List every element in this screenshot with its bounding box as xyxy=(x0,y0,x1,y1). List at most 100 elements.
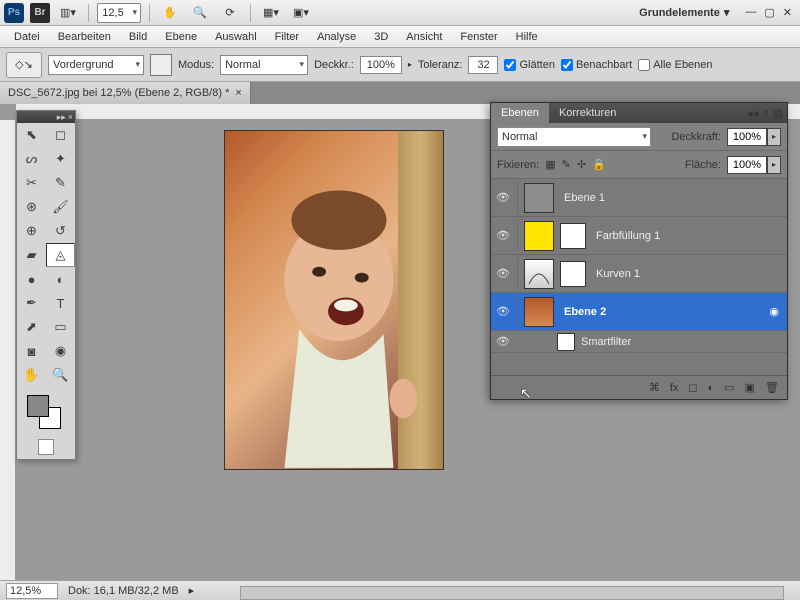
opacity-slider-icon[interactable]: ▸ xyxy=(767,128,781,146)
layer-blend-mode-dropdown[interactable]: Normal xyxy=(497,127,651,147)
document-info[interactable]: Dok: 16,1 MB/32,2 MB xyxy=(68,585,179,597)
workspace-switcher[interactable]: Grundelemente▾ xyxy=(633,6,735,19)
active-tool-icon[interactable]: ◇↘ xyxy=(6,52,42,78)
lock-position-icon[interactable]: ✢ xyxy=(577,158,586,171)
bridge-icon[interactable]: Br xyxy=(30,3,50,23)
antialias-checkbox[interactable]: Glätten xyxy=(504,59,554,71)
contiguous-checkbox[interactable]: Benachbart xyxy=(561,59,632,71)
layer-mask-icon[interactable]: ◻ xyxy=(688,381,697,394)
mini-bridge-icon[interactable]: ▥▾ xyxy=(56,3,80,23)
menu-auswahl[interactable]: Auswahl xyxy=(207,29,265,45)
layer-style-icon[interactable]: fx xyxy=(670,382,679,394)
paint-bucket-tool[interactable]: ◬ xyxy=(46,243,75,267)
brush-tool[interactable]: 🖌 xyxy=(46,195,75,219)
photoshop-logo-icon[interactable]: Ps xyxy=(4,3,24,23)
lock-brush-icon[interactable]: ✎ xyxy=(562,158,571,171)
zoom-percentage-field[interactable]: 12,5% xyxy=(6,583,58,599)
screen-mode-icon[interactable]: ▣▾ xyxy=(289,3,313,23)
menu-ebene[interactable]: Ebene xyxy=(157,29,205,45)
fill-source-dropdown[interactable]: Vordergrund xyxy=(48,55,144,75)
eyedropper-tool[interactable]: ✎ xyxy=(46,171,75,195)
close-tab-icon[interactable]: × xyxy=(235,87,241,99)
document-tab[interactable]: DSC_5672.jpg bei 12,5% (Ebene 2, RGB/8) … xyxy=(0,82,251,104)
visibility-icon[interactable]: 👁 xyxy=(495,305,511,318)
menu-bild[interactable]: Bild xyxy=(121,29,155,45)
layer-list[interactable]: 👁Ebene 1👁Farbfüllung 1👁Kurven 1👁Ebene 2◉… xyxy=(491,179,787,375)
type-tool[interactable]: T xyxy=(46,291,75,315)
menu-analyse[interactable]: Analyse xyxy=(309,29,364,45)
adjustment-layer-icon[interactable]: ◐ xyxy=(708,382,715,394)
smartfilter-row[interactable]: 👁Smartfilter xyxy=(491,331,787,353)
3d-camera-tool[interactable]: ◉ xyxy=(46,339,75,363)
lock-pixels-icon[interactable]: ▦ xyxy=(545,158,555,171)
visibility-icon[interactable]: 👁 xyxy=(495,335,511,348)
vertical-ruler[interactable] xyxy=(0,120,16,580)
all-layers-checkbox[interactable]: Alle Ebenen xyxy=(638,59,712,71)
blend-mode-dropdown[interactable]: Normal xyxy=(220,55,308,75)
layer-row[interactable]: 👁Ebene 1 xyxy=(491,179,787,217)
lock-all-icon[interactable]: 🔒 xyxy=(592,158,606,171)
tab-adjustments[interactable]: Korrekturen xyxy=(549,103,626,123)
layer-row[interactable]: 👁Farbfüllung 1 xyxy=(491,217,787,255)
tab-layers[interactable]: Ebenen xyxy=(491,103,549,123)
panel-close-icon[interactable]: × xyxy=(762,107,768,120)
clone-tool[interactable]: ⊕ xyxy=(17,219,46,243)
dodge-tool[interactable]: ◐ xyxy=(46,267,75,291)
3d-tool[interactable]: ◙ xyxy=(17,339,46,363)
lasso-tool[interactable]: ᔕ xyxy=(17,147,46,171)
zoom-tool-icon[interactable]: 🔍 xyxy=(188,3,212,23)
hand-tool-icon[interactable]: ✋ xyxy=(158,3,182,23)
horizontal-scrollbar[interactable] xyxy=(240,586,784,600)
zoom-level-dropdown[interactable]: 12,5 xyxy=(97,3,141,23)
menu-3d[interactable]: 3D xyxy=(366,29,396,45)
mode-label: Modus: xyxy=(178,59,214,71)
panel-close-icon[interactable]: × xyxy=(68,112,73,122)
fill-slider-icon[interactable]: ▸ xyxy=(767,156,781,174)
minimize-icon[interactable]: — xyxy=(745,6,756,19)
quick-select-tool[interactable]: ✦ xyxy=(46,147,75,171)
delete-layer-icon[interactable]: 🗑 xyxy=(765,381,779,394)
quick-mask-toggle[interactable] xyxy=(38,439,54,455)
spot-heal-tool[interactable]: ⊛ xyxy=(17,195,46,219)
menu-datei[interactable]: Datei xyxy=(6,29,48,45)
crop-tool[interactable]: ✂ xyxy=(17,171,46,195)
menu-bearbeiten[interactable]: Bearbeiten xyxy=(50,29,119,45)
panel-menu-icon[interactable]: ▤ xyxy=(773,107,783,120)
tolerance-field[interactable]: 32 xyxy=(468,56,498,74)
link-layers-icon[interactable]: ⌘ xyxy=(649,381,660,394)
foreground-color[interactable] xyxy=(27,395,49,417)
pattern-swatch[interactable] xyxy=(150,54,172,76)
path-select-tool[interactable]: ⬈ xyxy=(17,315,46,339)
eraser-tool[interactable]: ▰ xyxy=(17,243,46,267)
shape-tool[interactable]: ▭ xyxy=(46,315,75,339)
collapse-icon[interactable]: ▸▸ xyxy=(57,112,66,123)
menu-hilfe[interactable]: Hilfe xyxy=(508,29,546,45)
move-tool[interactable]: ⬉ xyxy=(17,123,46,147)
panel-collapse-icon[interactable]: ◂◂ xyxy=(747,107,758,120)
document-canvas[interactable] xyxy=(224,130,444,470)
layer-row[interactable]: 👁Ebene 2◉ xyxy=(491,293,787,331)
close-icon[interactable]: ✕ xyxy=(783,6,792,19)
maximize-icon[interactable]: ▢ xyxy=(764,6,774,19)
layer-row[interactable]: 👁Kurven 1 xyxy=(491,255,787,293)
color-picker[interactable] xyxy=(21,391,71,431)
arrange-docs-icon[interactable]: ▦▾ xyxy=(259,3,283,23)
visibility-icon[interactable]: 👁 xyxy=(495,229,511,242)
menu-fenster[interactable]: Fenster xyxy=(452,29,505,45)
rotate-view-icon[interactable]: ⟳ xyxy=(218,3,242,23)
zoom-tool[interactable]: 🔍 xyxy=(46,363,75,387)
layer-opacity-field[interactable]: 100% xyxy=(727,128,767,146)
new-group-icon[interactable]: ▭ xyxy=(724,381,734,394)
menu-ansicht[interactable]: Ansicht xyxy=(398,29,450,45)
visibility-icon[interactable]: 👁 xyxy=(495,267,511,280)
fill-opacity-field[interactable]: 100% xyxy=(727,156,767,174)
marquee-tool[interactable]: ◻ xyxy=(46,123,75,147)
hand-tool[interactable]: ✋ xyxy=(17,363,46,387)
pen-tool[interactable]: ✒ xyxy=(17,291,46,315)
menu-filter[interactable]: Filter xyxy=(267,29,307,45)
history-brush-tool[interactable]: ↺ xyxy=(46,219,75,243)
visibility-icon[interactable]: 👁 xyxy=(495,191,511,204)
blur-tool[interactable]: ● xyxy=(17,267,46,291)
new-layer-icon[interactable]: ▣ xyxy=(745,381,755,394)
opacity-field[interactable]: 100% xyxy=(360,56,402,74)
